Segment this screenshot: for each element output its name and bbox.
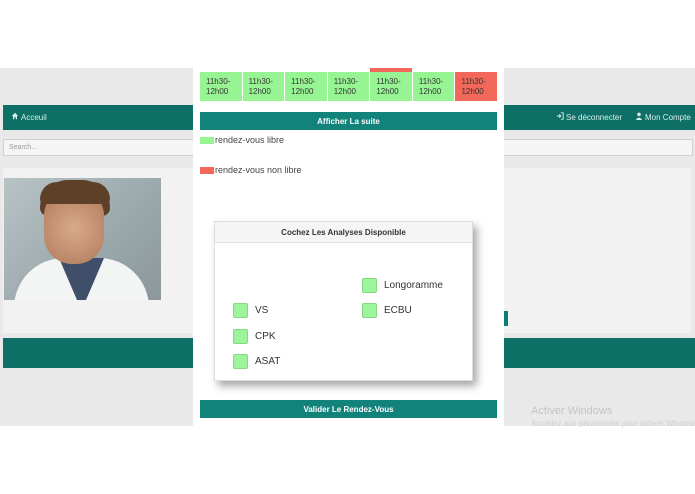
user-icon [635, 112, 643, 122]
slot-start: 11h30- [291, 77, 316, 86]
checkbox-box[interactable] [362, 278, 377, 293]
checkbox-longoramme[interactable]: Longoramme [362, 278, 443, 293]
show-more-button[interactable]: Afficher La suite [200, 112, 497, 130]
checkbox-vs[interactable]: VS [233, 303, 268, 318]
doctor-photo [4, 178, 161, 300]
time-slot[interactable]: 11h30- 12h00 [370, 68, 413, 101]
checkbox-ecbu[interactable]: ECBU [362, 303, 412, 318]
slot-end: 12h00 [248, 87, 271, 96]
nav-logout-link[interactable]: Se déconnecter [556, 112, 622, 122]
legend-free: rendez-vous libre [200, 135, 284, 145]
home-icon [11, 112, 19, 122]
slot-start: 11h30- [248, 77, 273, 86]
checkbox-cpk[interactable]: CPK [233, 329, 276, 344]
legend-busy-label: rendez-vous non libre [215, 165, 302, 175]
checkbox-label: ECBU [384, 305, 412, 316]
slot-start: 11h30- [418, 77, 444, 86]
time-slot[interactable]: 11h30- 12h00 [242, 72, 286, 101]
checkbox-box[interactable] [362, 303, 377, 318]
checkbox-box[interactable] [233, 303, 248, 318]
time-slot[interactable]: 11h30- 12h00 [327, 72, 371, 101]
appointment-modal: 11h30- 12h00 11h30- 12h00 11h30- 12h00 11h3… [193, 68, 504, 426]
activation-watermark-subtitle: Accédez aux paramètres pour activer Wind… [531, 419, 695, 428]
time-slot[interactable]: 11h30- 12h00 [455, 72, 498, 101]
nav-account-label: Mon Compte [645, 112, 691, 122]
nav-home-link[interactable]: Acceuil [11, 112, 47, 122]
legend-free-label: rendez-vous libre [215, 135, 285, 145]
nav-home-label: Acceuil [21, 112, 47, 122]
slot-start: 11h30- [461, 77, 486, 86]
slot-topbar [200, 68, 242, 72]
time-slot[interactable]: 11h30- 12h00 [285, 72, 328, 101]
slot-topbar [243, 68, 285, 72]
time-slots-row: 11h30- 12h00 11h30- 12h00 11h30- 12h00 11h3… [200, 68, 498, 101]
logout-icon [556, 112, 564, 122]
slot-topbar [370, 68, 412, 72]
slot-start: 11h30- [376, 77, 401, 86]
slot-start: 11h30- [333, 77, 359, 86]
slot-topbar [285, 68, 327, 72]
checkbox-box[interactable] [233, 354, 248, 369]
nav-account-link[interactable]: Mon Compte [635, 112, 691, 122]
validate-appointment-button[interactable]: Valider Le Rendez-Vous [200, 400, 497, 418]
panel-title: Cochez Les Analyses Disponible [215, 222, 472, 243]
slot-end: 12h00 [376, 87, 399, 96]
slot-end: 12h00 [333, 87, 356, 96]
slot-end: 12h00 [418, 87, 442, 96]
checkbox-asat[interactable]: ASAT [233, 354, 280, 369]
free-swatch [200, 136, 214, 144]
slot-topbar [413, 68, 455, 72]
analyses-panel: Cochez Les Analyses Disponible Longoramm… [214, 221, 473, 381]
slot-start: 11h30- [206, 77, 231, 86]
checkbox-label: VS [255, 305, 269, 316]
activation-watermark-title: Activer Windows [531, 405, 613, 417]
legend-busy: rendez-vous non libre [200, 165, 302, 175]
busy-swatch [200, 166, 214, 174]
checkbox-label: Longoramme [384, 280, 443, 291]
time-slot[interactable]: 11h30- 12h00 [412, 72, 456, 101]
slot-end: 12h00 [461, 87, 484, 96]
slot-end: 12h00 [206, 87, 229, 96]
slot-topbar [328, 68, 370, 72]
checkbox-box[interactable] [233, 329, 248, 344]
slot-end: 12h00 [291, 87, 314, 96]
nav-logout-label: Se déconnecter [566, 112, 623, 122]
time-slot[interactable]: 11h30- 12h00 [200, 72, 243, 101]
slot-topbar [455, 68, 497, 72]
checkbox-label: ASAT [255, 356, 281, 367]
checkbox-label: CPK [255, 331, 276, 342]
